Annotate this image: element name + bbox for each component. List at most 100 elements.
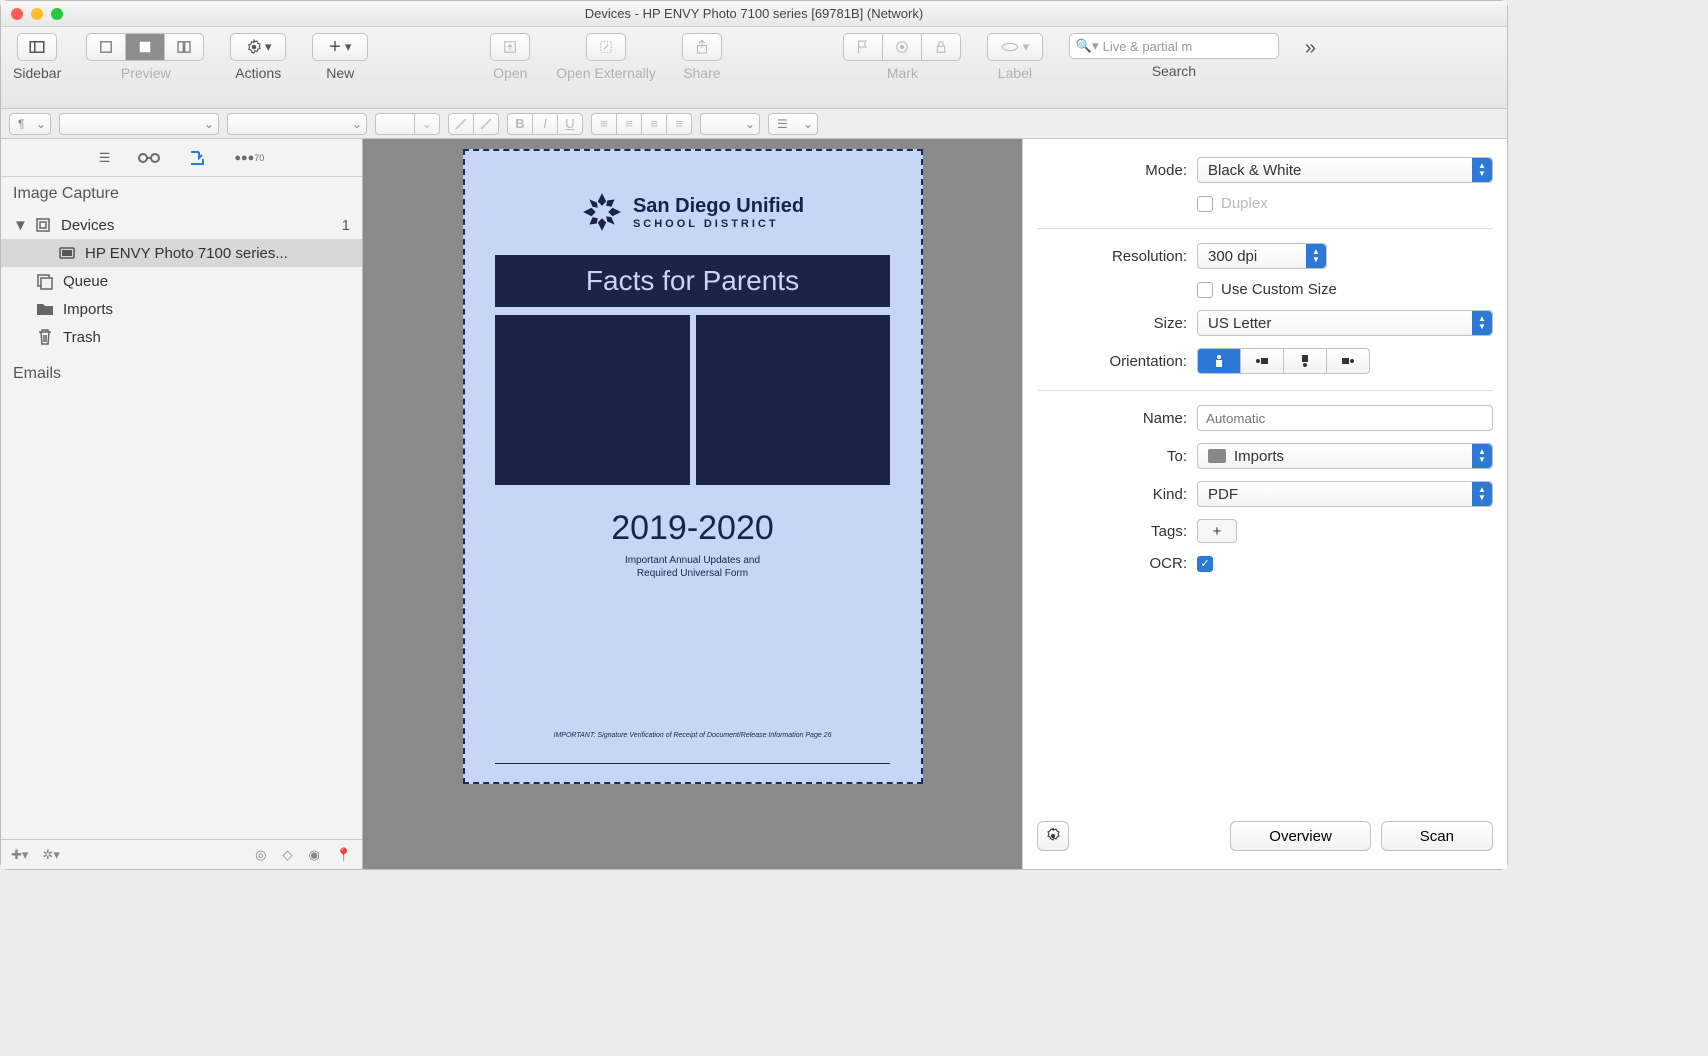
folder-small-icon bbox=[1208, 449, 1226, 463]
align-left-button[interactable]: ≡ bbox=[591, 113, 617, 135]
preview-mode-3-button[interactable] bbox=[164, 33, 204, 61]
sidebar-item-imports[interactable]: Imports bbox=[1, 295, 362, 323]
name-input[interactable] bbox=[1197, 405, 1493, 431]
text-color-button[interactable] bbox=[448, 113, 474, 135]
ocr-checkbox[interactable]: ✓ bbox=[1197, 556, 1213, 572]
new-button[interactable]: +▾ bbox=[312, 33, 368, 61]
mode-select[interactable]: Black & White▲▼ bbox=[1197, 157, 1493, 183]
bg-color-button[interactable] bbox=[473, 113, 499, 135]
pin-footer-icon[interactable]: 📍 bbox=[336, 847, 352, 863]
align-right-button[interactable]: ≡ bbox=[641, 113, 667, 135]
scan-button[interactable]: Scan bbox=[1381, 821, 1493, 851]
queue-icon bbox=[35, 271, 55, 291]
actions-button[interactable]: ▾ bbox=[230, 33, 286, 61]
sidebar-item-trash[interactable]: Trash bbox=[1, 323, 362, 351]
sidebar-footer: ✚▾ ✲▾ ◎ ◇ ◉ 📍 bbox=[1, 839, 362, 869]
inspector-divider-2 bbox=[1037, 390, 1493, 391]
sidebar-more-icon[interactable]: ●●●70 bbox=[234, 152, 264, 164]
actions-toolbar-label: Actions bbox=[235, 65, 281, 81]
info-footer-icon[interactable]: ◉ bbox=[308, 847, 319, 863]
orientation-landscape-flip-button[interactable] bbox=[1326, 348, 1370, 374]
doc-sub1: Important Annual Updates and bbox=[625, 555, 760, 566]
line-spacing-combo[interactable]: ⌄ bbox=[700, 113, 760, 135]
orientation-portrait-button[interactable] bbox=[1197, 348, 1241, 374]
italic-button[interactable]: I bbox=[532, 113, 558, 135]
sidebar-item-hp-envy[interactable]: HP ENVY Photo 7100 series... bbox=[1, 239, 362, 267]
open-externally-button[interactable] bbox=[586, 33, 626, 61]
bold-button[interactable]: B bbox=[507, 113, 533, 135]
search-toolbar-label: Search bbox=[1152, 63, 1196, 79]
main-toolbar: Sidebar Preview ▾ Actions +▾ New Open Op… bbox=[1, 27, 1507, 109]
sdusd-logo-icon bbox=[581, 191, 623, 233]
search-input[interactable]: 🔍▾ Live & partial m bbox=[1069, 33, 1279, 59]
align-justify-button[interactable]: ≡ bbox=[666, 113, 692, 135]
preview-mode-1-button[interactable] bbox=[86, 33, 126, 61]
mode-label: Mode: bbox=[1037, 162, 1197, 179]
font-size-stepper[interactable]: ⌄ bbox=[414, 113, 440, 135]
to-select[interactable]: Imports▲▼ bbox=[1197, 443, 1493, 469]
sidebar-toolbar: ☰ ●●●70 bbox=[1, 139, 362, 177]
kind-select[interactable]: PDF▲▼ bbox=[1197, 481, 1493, 507]
sidebar-list-icon[interactable]: ☰ bbox=[99, 150, 111, 166]
share-button[interactable] bbox=[682, 33, 722, 61]
scan-preview-area[interactable]: San Diego Unified SCHOOL DISTRICT Facts … bbox=[363, 139, 1022, 869]
custom-size-label: Use Custom Size bbox=[1221, 281, 1337, 298]
duplex-checkbox bbox=[1197, 196, 1213, 212]
custom-size-checkbox[interactable] bbox=[1197, 282, 1213, 298]
trash-icon bbox=[35, 327, 55, 347]
imports-label: Imports bbox=[63, 301, 113, 318]
tag-footer-icon[interactable]: ◇ bbox=[282, 847, 292, 863]
to-label: To: bbox=[1037, 448, 1197, 465]
devices-icon bbox=[33, 215, 53, 235]
size-label: Size: bbox=[1037, 315, 1197, 332]
sync-icon[interactable]: ◎ bbox=[255, 847, 266, 863]
sidebar-section-title: Image Capture bbox=[1, 177, 362, 211]
font-size-field[interactable] bbox=[375, 113, 415, 135]
sidebar-glasses-icon[interactable] bbox=[138, 151, 160, 165]
resolution-select[interactable]: 300 dpi▲▼ bbox=[1197, 243, 1327, 269]
folder-icon bbox=[35, 299, 55, 319]
font-style-combo[interactable]: ⌄ bbox=[227, 113, 367, 135]
scanner-icon bbox=[57, 243, 77, 263]
doc-divider bbox=[495, 763, 890, 764]
paragraph-style-combo[interactable]: ¶⌄ bbox=[9, 113, 51, 135]
add-tag-button[interactable]: + bbox=[1197, 519, 1237, 543]
mark-toolbar-label: Mark bbox=[887, 65, 918, 81]
ocr-label: OCR: bbox=[1037, 555, 1197, 572]
scan-options-button[interactable] bbox=[1037, 821, 1069, 851]
preview-mode-2-button[interactable] bbox=[125, 33, 165, 61]
org-subtitle: SCHOOL DISTRICT bbox=[633, 218, 804, 230]
sidebar-item-queue[interactable]: Queue bbox=[1, 267, 362, 295]
sidebar-toggle-button[interactable] bbox=[17, 33, 57, 61]
preview-toolbar-label: Preview bbox=[121, 65, 171, 81]
mark-lock-button[interactable] bbox=[921, 33, 961, 61]
share-toolbar-label: Share bbox=[683, 65, 720, 81]
size-select[interactable]: US Letter▲▼ bbox=[1197, 310, 1493, 336]
mark-flag-button[interactable] bbox=[843, 33, 883, 61]
orientation-landscape-button[interactable] bbox=[1240, 348, 1284, 374]
toolbar-overflow-icon[interactable]: » bbox=[1305, 37, 1316, 60]
queue-label: Queue bbox=[63, 273, 108, 290]
open-toolbar-label: Open bbox=[493, 65, 527, 81]
sidebar-import-icon[interactable] bbox=[188, 149, 206, 167]
photo-placeholder-2 bbox=[696, 315, 890, 485]
add-button[interactable]: ✚▾ bbox=[11, 847, 28, 863]
mark-unread-button[interactable] bbox=[882, 33, 922, 61]
trash-label: Trash bbox=[63, 329, 101, 346]
open-button[interactable] bbox=[490, 33, 530, 61]
inspector-divider bbox=[1037, 228, 1493, 229]
open-externally-toolbar-label: Open Externally bbox=[556, 65, 656, 81]
overview-button[interactable]: Overview bbox=[1230, 821, 1371, 851]
label-button[interactable]: ▾ bbox=[987, 33, 1043, 61]
font-family-combo[interactable]: ⌄ bbox=[59, 113, 219, 135]
orientation-portrait-flip-button[interactable] bbox=[1283, 348, 1327, 374]
sidebar-item-devices[interactable]: ▼ Devices 1 bbox=[1, 211, 362, 239]
search-placeholder: Live & partial m bbox=[1103, 39, 1193, 54]
disclosure-triangle-icon[interactable]: ▼ bbox=[13, 217, 25, 234]
sidebar-toolbar-label: Sidebar bbox=[13, 65, 61, 81]
align-center-button[interactable]: ≡ bbox=[616, 113, 642, 135]
devices-label: Devices bbox=[61, 217, 114, 234]
list-style-combo[interactable]: ☰⌄ bbox=[768, 113, 818, 135]
underline-button[interactable]: U bbox=[557, 113, 583, 135]
action-gear-button[interactable]: ✲▾ bbox=[42, 847, 59, 863]
